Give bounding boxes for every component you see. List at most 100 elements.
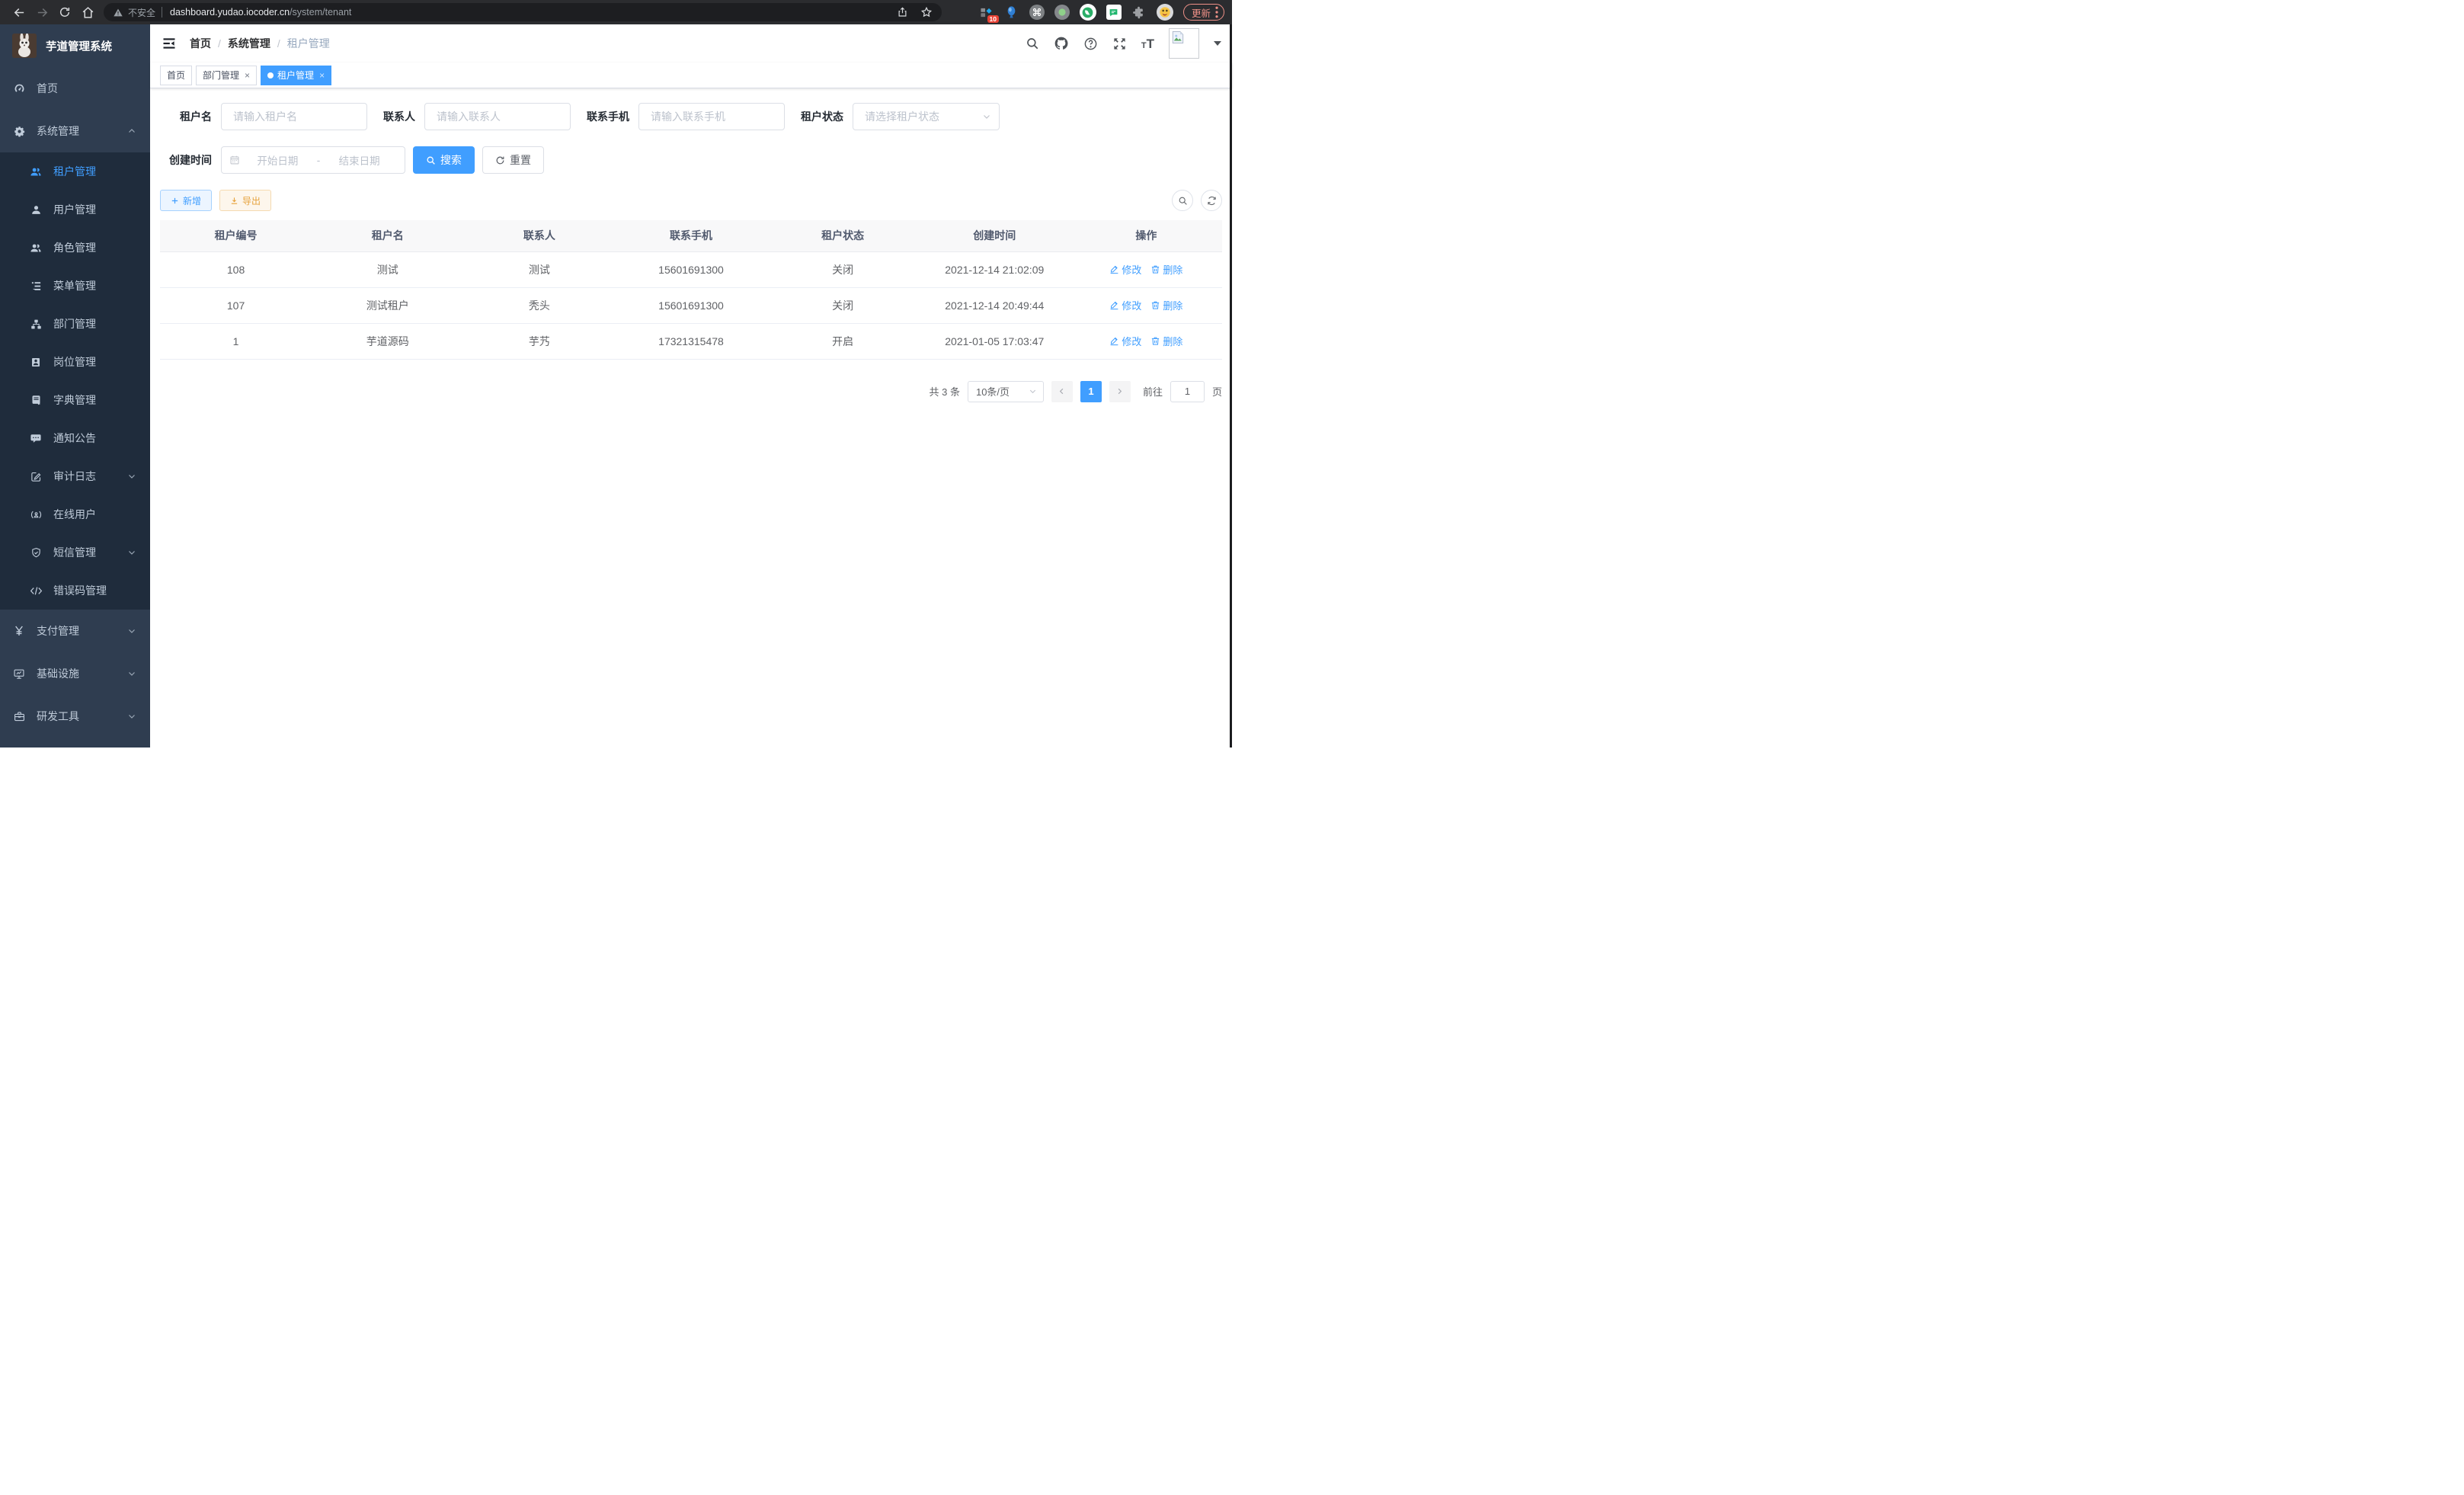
cell-created: 2021-01-05 17:03:47 [919, 323, 1070, 359]
sidebar-item-部门管理[interactable]: 部门管理 [0, 305, 150, 343]
sidebar-item-研发工具[interactable]: 研发工具 [0, 695, 150, 738]
page-size-select[interactable]: 10条/页 [968, 381, 1044, 402]
cell-name: 测试租户 [312, 287, 463, 323]
forward-icon[interactable] [30, 2, 53, 22]
sidebar-item-基础设施[interactable]: 基础设施 [0, 652, 150, 695]
back-icon[interactable] [8, 2, 30, 22]
next-page-button[interactable] [1109, 381, 1131, 402]
add-button[interactable]: 新增 [160, 190, 212, 211]
tenant-name-input[interactable] [221, 103, 367, 130]
show-search-icon[interactable] [1172, 190, 1193, 211]
sidebar-item-短信管理[interactable]: 短信管理 [0, 533, 150, 571]
goto-page-input[interactable] [1170, 381, 1205, 402]
app-title: 芋道管理系统 [46, 38, 112, 54]
close-icon[interactable]: × [319, 70, 325, 81]
font-size-icon[interactable]: TT [1141, 37, 1154, 50]
warning-icon[interactable] [113, 8, 123, 18]
ext-command-icon[interactable] [1029, 5, 1045, 20]
status-select[interactable]: 请选择租户状态 [853, 103, 1000, 130]
help-icon[interactable] [1083, 37, 1098, 51]
profile-avatar[interactable] [1157, 4, 1173, 21]
extensions-puzzle-icon[interactable] [1131, 5, 1147, 20]
user-menu-caret-icon[interactable] [1214, 41, 1221, 46]
export-button[interactable]: 导出 [219, 190, 271, 211]
column-header: 联系人 [463, 220, 615, 251]
security-label[interactable]: 不安全 [128, 6, 155, 19]
close-icon[interactable]: × [245, 70, 250, 81]
sidebar-item-支付管理[interactable]: 支付管理 [0, 610, 150, 652]
tab-首页[interactable]: 首页 [160, 66, 192, 85]
column-header: 操作 [1070, 220, 1222, 251]
book-icon [29, 395, 43, 406]
reload-icon[interactable] [53, 2, 76, 22]
sidebar-item-在线用户[interactable]: 在线用户 [0, 495, 150, 533]
edit-link[interactable]: 修改 [1109, 334, 1141, 348]
breadcrumb-system[interactable]: 系统管理 [228, 36, 270, 51]
pagination: 共 3 条 10条/页 1 前往 页 [160, 381, 1222, 402]
active-tab-dot [267, 72, 274, 78]
refresh-table-icon[interactable] [1201, 190, 1222, 211]
sidebar-item-字典管理[interactable]: 字典管理 [0, 381, 150, 419]
contact-input[interactable] [424, 103, 571, 130]
sidebar-item-通知公告[interactable]: 通知公告 [0, 419, 150, 457]
cell-contact: 测试 [463, 251, 615, 287]
sidebar-item-岗位管理[interactable]: 岗位管理 [0, 343, 150, 381]
mobile-input[interactable] [638, 103, 785, 130]
table-toolbar: 新增 导出 [160, 190, 1222, 211]
sidebar-item-首页[interactable]: 首页 [0, 67, 150, 110]
update-button[interactable]: 更新 [1183, 4, 1224, 21]
home-icon[interactable] [76, 2, 99, 22]
sidebar-item-错误码管理[interactable]: 错误码管理 [0, 571, 150, 610]
sidebar-toggle-icon[interactable] [161, 35, 178, 52]
github-icon[interactable] [1054, 36, 1069, 51]
search-button[interactable]: 搜索 [413, 146, 475, 174]
ext-balloon-icon[interactable] [1004, 5, 1019, 20]
edit-link[interactable]: 修改 [1109, 262, 1141, 277]
delete-link[interactable]: 删除 [1150, 298, 1182, 312]
delete-link[interactable]: 删除 [1150, 334, 1182, 348]
cell-name: 测试 [312, 251, 463, 287]
table-header-row: 租户编号租户名联系人联系手机租户状态创建时间操作 [160, 220, 1222, 251]
breadcrumb-current: 租户管理 [287, 36, 330, 51]
trash-icon [1150, 336, 1160, 346]
tab-租户管理[interactable]: 租户管理× [261, 66, 331, 85]
online-icon [29, 509, 43, 520]
status-label: 租户状态 [801, 109, 843, 124]
sidebar-item-菜单管理[interactable]: 菜单管理 [0, 267, 150, 305]
prev-page-button[interactable] [1051, 381, 1073, 402]
window-scrollbar-edge[interactable] [1230, 24, 1232, 748]
chevron-left-icon [1058, 387, 1066, 395]
app-logo[interactable]: 芋道管理系统 [0, 24, 150, 67]
cell-mobile: 15601691300 [615, 287, 766, 323]
download-icon [230, 197, 238, 205]
breadcrumb: 首页 / 系统管理 / 租户管理 [190, 36, 330, 51]
reset-button[interactable]: 重置 [482, 146, 544, 174]
header-search-icon[interactable] [1026, 37, 1039, 50]
sidebar-item-审计日志[interactable]: 审计日志 [0, 457, 150, 495]
ext-status-dot-icon[interactable] [1054, 5, 1070, 20]
address-bar[interactable]: 不安全 dashboard.yudao.iocoder.cn/system/te… [104, 3, 942, 21]
trash-icon [1150, 264, 1160, 274]
ext-tab-manager-icon[interactable]: 10 [979, 5, 994, 20]
share-icon[interactable] [897, 6, 908, 18]
chevron-down-icon [127, 472, 136, 481]
fullscreen-icon[interactable] [1112, 37, 1127, 51]
user-avatar[interactable] [1169, 28, 1199, 59]
sidebar-item-租户管理[interactable]: 租户管理 [0, 152, 150, 190]
sidebar-item-角色管理[interactable]: 角色管理 [0, 229, 150, 267]
cell-actions: 修改删除 [1070, 287, 1222, 323]
sidebar-item-系统管理[interactable]: 系统管理 [0, 110, 150, 152]
delete-link[interactable]: 删除 [1150, 262, 1182, 277]
breadcrumb-home[interactable]: 首页 [190, 36, 211, 51]
sidebar-item-用户管理[interactable]: 用户管理 [0, 190, 150, 229]
cell-name: 芋道源码 [312, 323, 463, 359]
create-time-range-picker[interactable]: 开始日期 - 结束日期 [221, 146, 405, 174]
page-number-button[interactable]: 1 [1080, 381, 1102, 402]
bookmark-star-icon[interactable] [920, 6, 933, 18]
edit-link[interactable]: 修改 [1109, 298, 1141, 312]
ext-chat-icon[interactable] [1106, 5, 1122, 20]
refresh-icon [495, 155, 505, 165]
tree-icon [29, 280, 43, 292]
tab-部门管理[interactable]: 部门管理× [196, 66, 257, 85]
ext-yuque-icon[interactable] [1080, 4, 1096, 21]
